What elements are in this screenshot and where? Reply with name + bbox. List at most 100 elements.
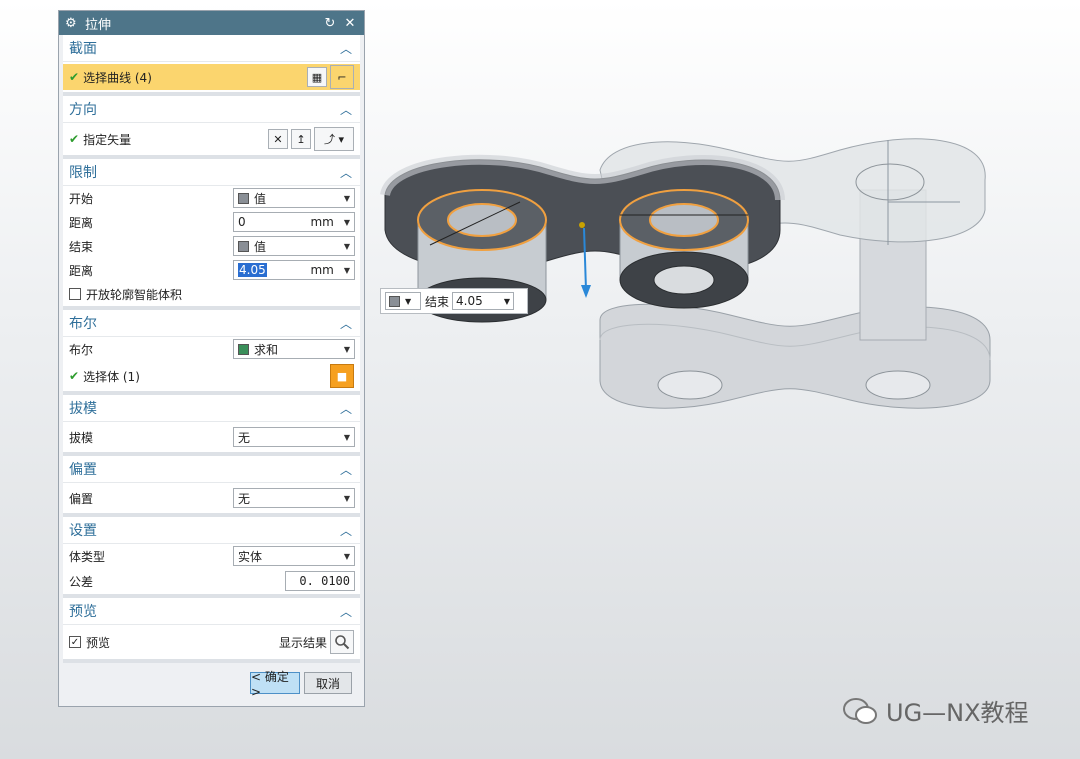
chevron-up-icon[interactable]: ︿	[338, 164, 354, 181]
boolean-select[interactable]: 求和 ▼	[233, 339, 355, 359]
chevron-down-icon: ▼	[343, 265, 350, 275]
gear-icon[interactable]: ⚙	[65, 16, 79, 31]
chevron-down-icon: ▼	[405, 296, 412, 306]
tolerance-input[interactable]: 0. 0100	[285, 571, 355, 591]
reset-icon[interactable]: ↻	[322, 16, 338, 31]
chevron-up-icon[interactable]: ︿	[338, 40, 354, 57]
curve-select-icon[interactable]: ⌐	[330, 65, 354, 89]
settings-panel: 设置 ︿ 体类型 实体 ▼ 公差 0. 0100	[63, 517, 360, 598]
chevron-down-icon: ▼	[343, 241, 350, 251]
offset-row: 偏置 无 ▼	[63, 483, 360, 513]
end-type-select[interactable]: ▼	[385, 292, 421, 310]
section-title: 截面	[69, 41, 97, 57]
check-icon: ✔	[69, 369, 80, 383]
offset-header[interactable]: 偏置 ︿	[63, 456, 360, 483]
body-type-row: 体类型 实体 ▼	[63, 544, 360, 568]
end-handle-input[interactable]: 4.05 ▼	[452, 292, 515, 310]
tolerance-row: 公差 0. 0100	[63, 568, 360, 594]
section-header[interactable]: 截面 ︿	[63, 35, 360, 62]
distance-start-input[interactable]: 0 mm ▼	[233, 212, 355, 232]
right-bushing-inner-edge[interactable]	[649, 203, 719, 237]
ok-button[interactable]: < 确定 >	[250, 670, 300, 699]
chevron-down-icon: ▼	[343, 217, 350, 227]
chevron-down-icon: ▼	[343, 432, 350, 442]
vector-type-dropdown[interactable]: ⤴ ▾	[314, 127, 354, 151]
extrude-dialog: ⚙ 拉伸 ↻ ✕ 截面 ︿ ✔ 选择曲线 (4) ▦ ⌐ 方向 ︿ ✔ 指定矢量…	[58, 10, 365, 707]
preview-row: ✓ 预览 显示结果	[63, 625, 360, 659]
chevron-up-icon[interactable]: ︿	[338, 400, 354, 417]
specify-vector-label: 指定矢量	[83, 132, 132, 147]
magnifier-icon	[335, 635, 350, 650]
select-body-row: ✔ 选择体 (1) ■	[63, 361, 360, 391]
draft-header[interactable]: 拔模 ︿	[63, 395, 360, 422]
offset-panel: 偏置 ︿ 偏置 无 ▼	[63, 456, 360, 517]
show-result-button[interactable]	[330, 630, 354, 654]
direction-header[interactable]: 方向 ︿	[63, 96, 360, 123]
distance-end-row: 距离 4.05 mm ▼	[63, 258, 360, 282]
select-body-label: 选择体 (1)	[83, 369, 140, 384]
chevron-up-icon[interactable]: ︿	[338, 603, 354, 620]
lower-plate-hole-right	[865, 370, 931, 400]
draft-panel: 拔模 ︿ 拔模 无 ▼	[63, 395, 360, 456]
watermark-text: UG—NX教程	[886, 699, 1029, 727]
lower-link-plate[interactable]	[599, 303, 991, 409]
cube-icon	[238, 240, 249, 252]
watermark: UG—NX教程	[842, 693, 1029, 728]
settings-header[interactable]: 设置 ︿	[63, 517, 360, 544]
offset-title: 偏置	[69, 462, 97, 478]
preview-title: 预览	[69, 604, 97, 620]
extrude-vector-arrowhead[interactable]	[581, 285, 591, 298]
limits-header[interactable]: 限制 ︿	[63, 159, 360, 186]
open-profile-label: 开放轮廓智能体积	[86, 287, 183, 302]
chevron-up-icon[interactable]: ︿	[338, 461, 354, 478]
draft-select[interactable]: 无 ▼	[233, 427, 355, 447]
chevron-down-icon: ▼	[343, 193, 350, 203]
boolean-panel: 布尔 ︿ 布尔 求和 ▼ ✔ 选择体 (1) ■	[63, 310, 360, 395]
close-icon[interactable]: ✕	[342, 16, 358, 31]
end-select[interactable]: 值 ▼	[233, 236, 355, 256]
chevron-up-icon[interactable]: ︿	[338, 315, 354, 332]
start-row: 开始 值 ▼	[63, 186, 360, 210]
boolean-title: 布尔	[69, 316, 97, 332]
specify-vector-row: ✔ 指定矢量 ✕ ↥ ⤴ ▾	[63, 123, 360, 155]
dialog-title-bar: ⚙ 拉伸 ↻ ✕	[59, 11, 364, 35]
sketch-section-icon[interactable]: ▦	[307, 67, 327, 87]
preview-checkbox[interactable]: ✓	[69, 636, 81, 648]
cube-icon	[389, 295, 400, 307]
dialog-title: 拉伸	[85, 17, 112, 33]
cube-icon	[238, 192, 249, 204]
chevron-down-icon: ▼	[503, 296, 511, 306]
cancel-button[interactable]: 取消	[304, 672, 352, 694]
right-bushing-hole	[653, 265, 715, 295]
chevron-up-icon[interactable]: ︿	[338, 101, 354, 118]
preview-panel: 预览 ︿ ✓ 预览 显示结果	[63, 598, 360, 663]
reverse-direction-icon[interactable]: ✕	[268, 129, 288, 149]
wechat-icon	[843, 697, 877, 724]
open-profile-row: 开放轮廓智能体积	[63, 282, 360, 306]
distance-end-input[interactable]: 4.05 mm ▼	[233, 260, 355, 280]
lower-plate-hole-left	[657, 370, 723, 400]
preview-header[interactable]: 预览 ︿	[63, 598, 360, 625]
start-select[interactable]: 值 ▼	[233, 188, 355, 208]
boolean-header[interactable]: 布尔 ︿	[63, 310, 360, 337]
select-curve-row[interactable]: ✔ 选择曲线 (4) ▦ ⌐	[63, 64, 360, 90]
unite-icon	[238, 343, 249, 355]
settings-title: 设置	[69, 523, 97, 539]
chevron-up-icon[interactable]: ︿	[338, 522, 354, 539]
section-panel: 截面 ︿ ✔ 选择曲线 (4) ▦ ⌐	[63, 35, 360, 96]
solid-body-icon[interactable]: ■	[330, 364, 354, 388]
end-row: 结束 值 ▼	[63, 234, 360, 258]
graphics-viewport[interactable]	[370, 120, 1070, 440]
check-icon: ✔	[69, 70, 80, 84]
distance-start-row: 距离 0 mm ▼	[63, 210, 360, 234]
chevron-down-icon: ▼	[343, 344, 350, 354]
check-icon: ✔	[69, 132, 80, 146]
offset-select[interactable]: 无 ▼	[233, 488, 355, 508]
limits-title: 限制	[69, 165, 97, 181]
direction-title: 方向	[69, 102, 97, 118]
dialog-footer: < 确定 > 取消	[59, 663, 364, 703]
vector-dialog-icon[interactable]: ↥	[291, 129, 311, 149]
body-type-select[interactable]: 实体 ▼	[233, 546, 355, 566]
open-profile-checkbox[interactable]	[69, 288, 81, 300]
vector-origin-point[interactable]	[579, 222, 585, 228]
